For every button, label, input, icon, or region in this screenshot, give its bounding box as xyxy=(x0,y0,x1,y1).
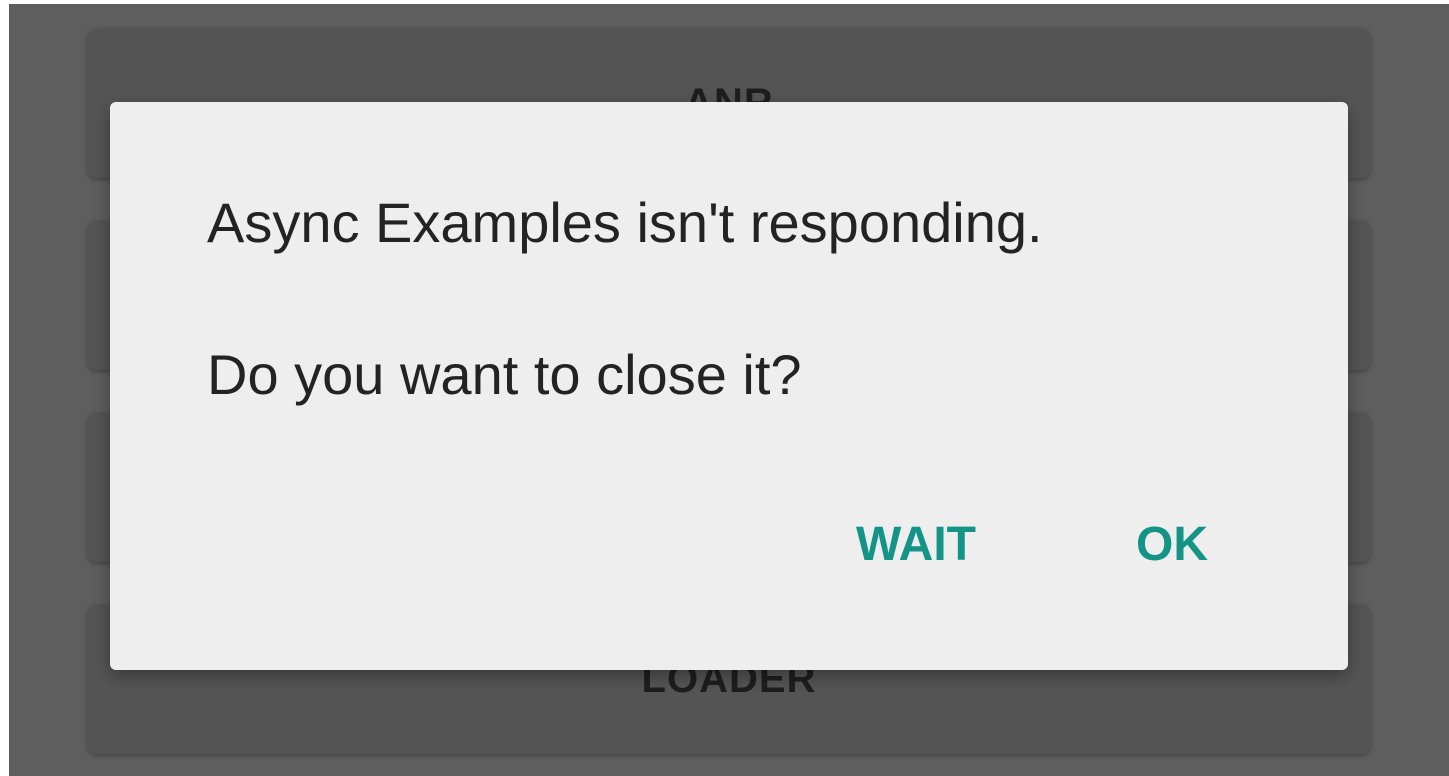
dialog-message: Do you want to close it? xyxy=(207,343,802,406)
wait-button[interactable]: WAIT xyxy=(836,502,996,586)
dialog-title: Async Examples isn't responding. xyxy=(207,191,1043,254)
anr-dialog: Async Examples isn't responding. Do you … xyxy=(110,102,1348,670)
ok-button[interactable]: OK xyxy=(1120,502,1224,586)
